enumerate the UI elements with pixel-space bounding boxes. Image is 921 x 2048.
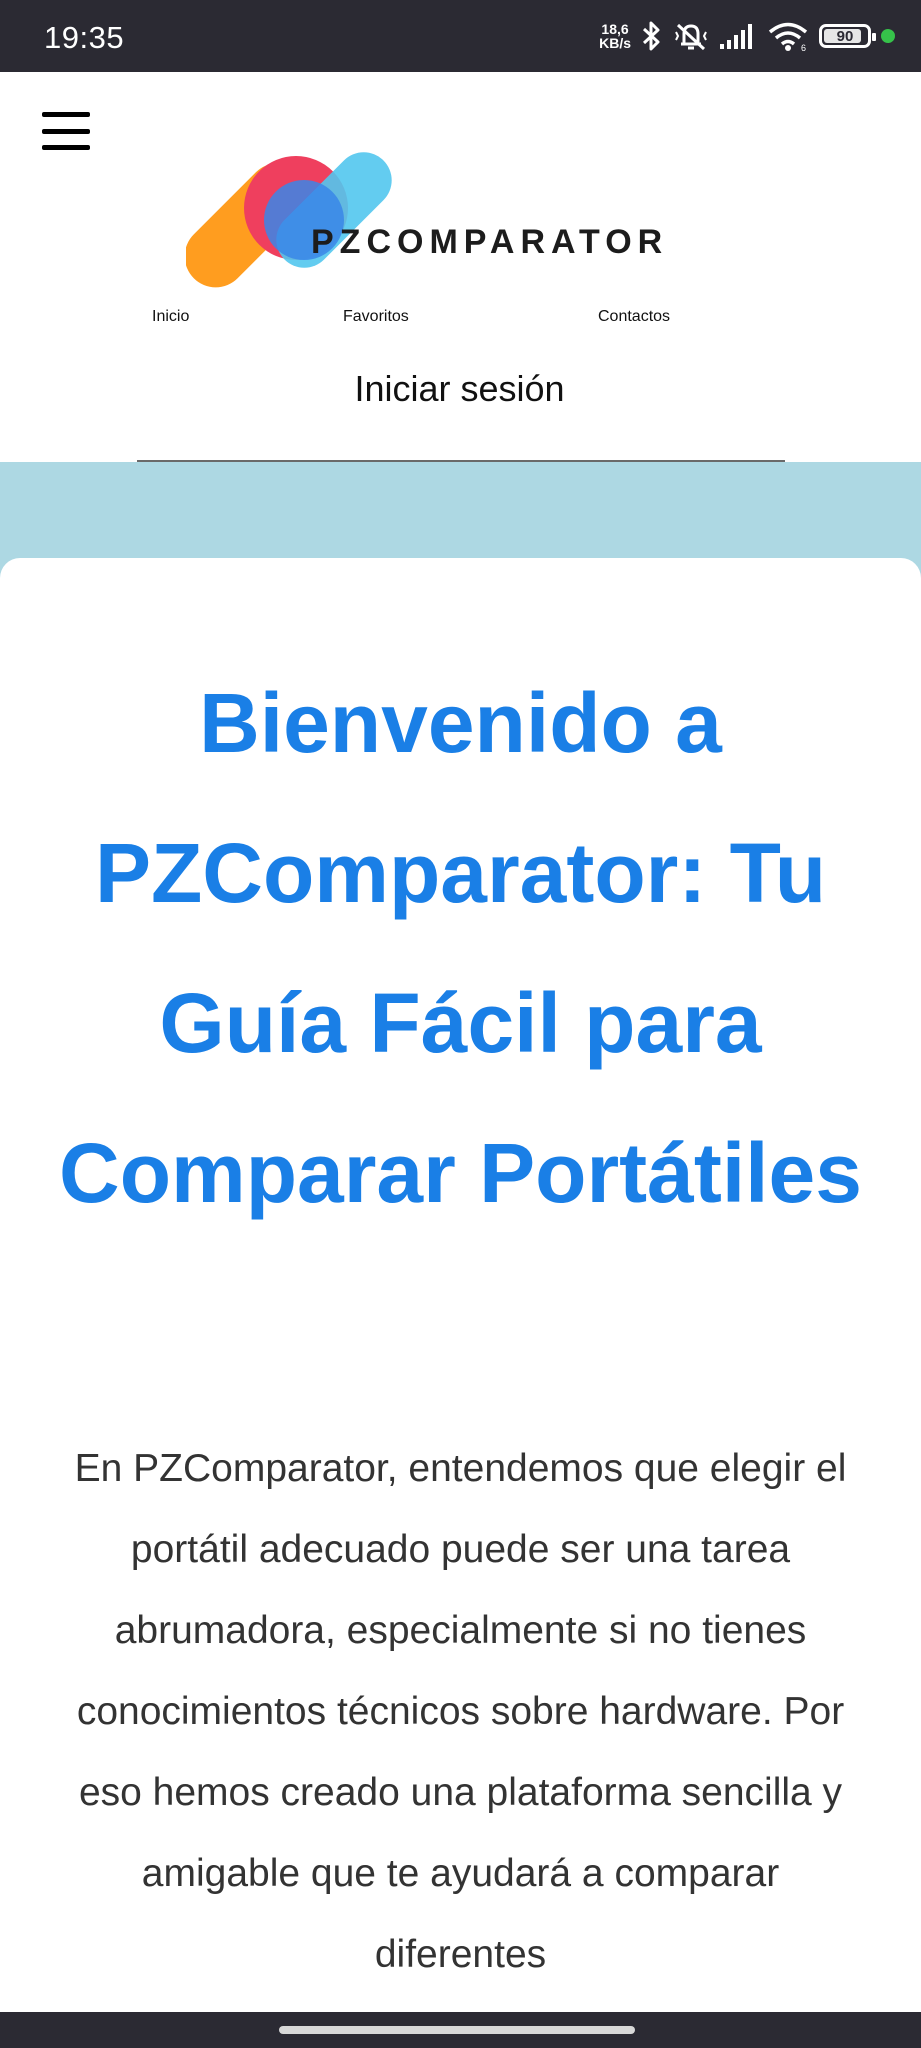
status-time: 19:35 [44, 20, 125, 55]
silent-icon [675, 23, 707, 51]
net-speed-value: 18,6 [601, 21, 629, 37]
site-header: PZCOMPARATOR Inicio Favoritos Contactos … [0, 72, 921, 462]
status-icons: 18,6 KB/s 6 90 [599, 14, 895, 58]
welcome-intro: En PZComparator, entendemos que elegir e… [74, 1447, 847, 1976]
nav-link-favoritos[interactable]: Favoritos [343, 308, 409, 326]
privacy-dot-icon [881, 29, 895, 43]
menu-line [42, 145, 90, 150]
menu-line [42, 128, 90, 134]
status-bar: 19:35 18,6 KB/s 6 90 [0, 0, 921, 72]
navigation-bar [0, 2012, 921, 2048]
menu-line [42, 112, 90, 117]
wifi-icon: 6 [768, 22, 808, 52]
net-speed-unit: KB/s [599, 35, 631, 51]
nav-link-inicio[interactable]: Inicio [152, 308, 189, 326]
welcome-title: Bienvenido a PZComparator: Tu Guía Fácil… [59, 676, 862, 1220]
nav-link-contactos[interactable]: Contactos [598, 308, 670, 326]
logo-text: PZCOMPARATOR [311, 223, 668, 261]
hamburger-menu-icon[interactable] [42, 112, 90, 150]
bluetooth-icon [642, 21, 660, 51]
svg-text:6: 6 [801, 43, 806, 52]
site-logo[interactable]: PZCOMPARATOR [186, 150, 746, 290]
net-speed: 18,6 KB/s [599, 22, 631, 50]
nav-link-iniciar-sesion[interactable]: Iniciar sesión [354, 368, 564, 409]
battery-level: 90 [836, 27, 854, 45]
home-indicator[interactable] [279, 2026, 635, 2034]
battery-icon: 90 [819, 24, 876, 48]
welcome-card: Bienvenido a PZComparator: Tu Guía Fácil… [0, 558, 921, 2018]
signal-icon [720, 24, 752, 49]
